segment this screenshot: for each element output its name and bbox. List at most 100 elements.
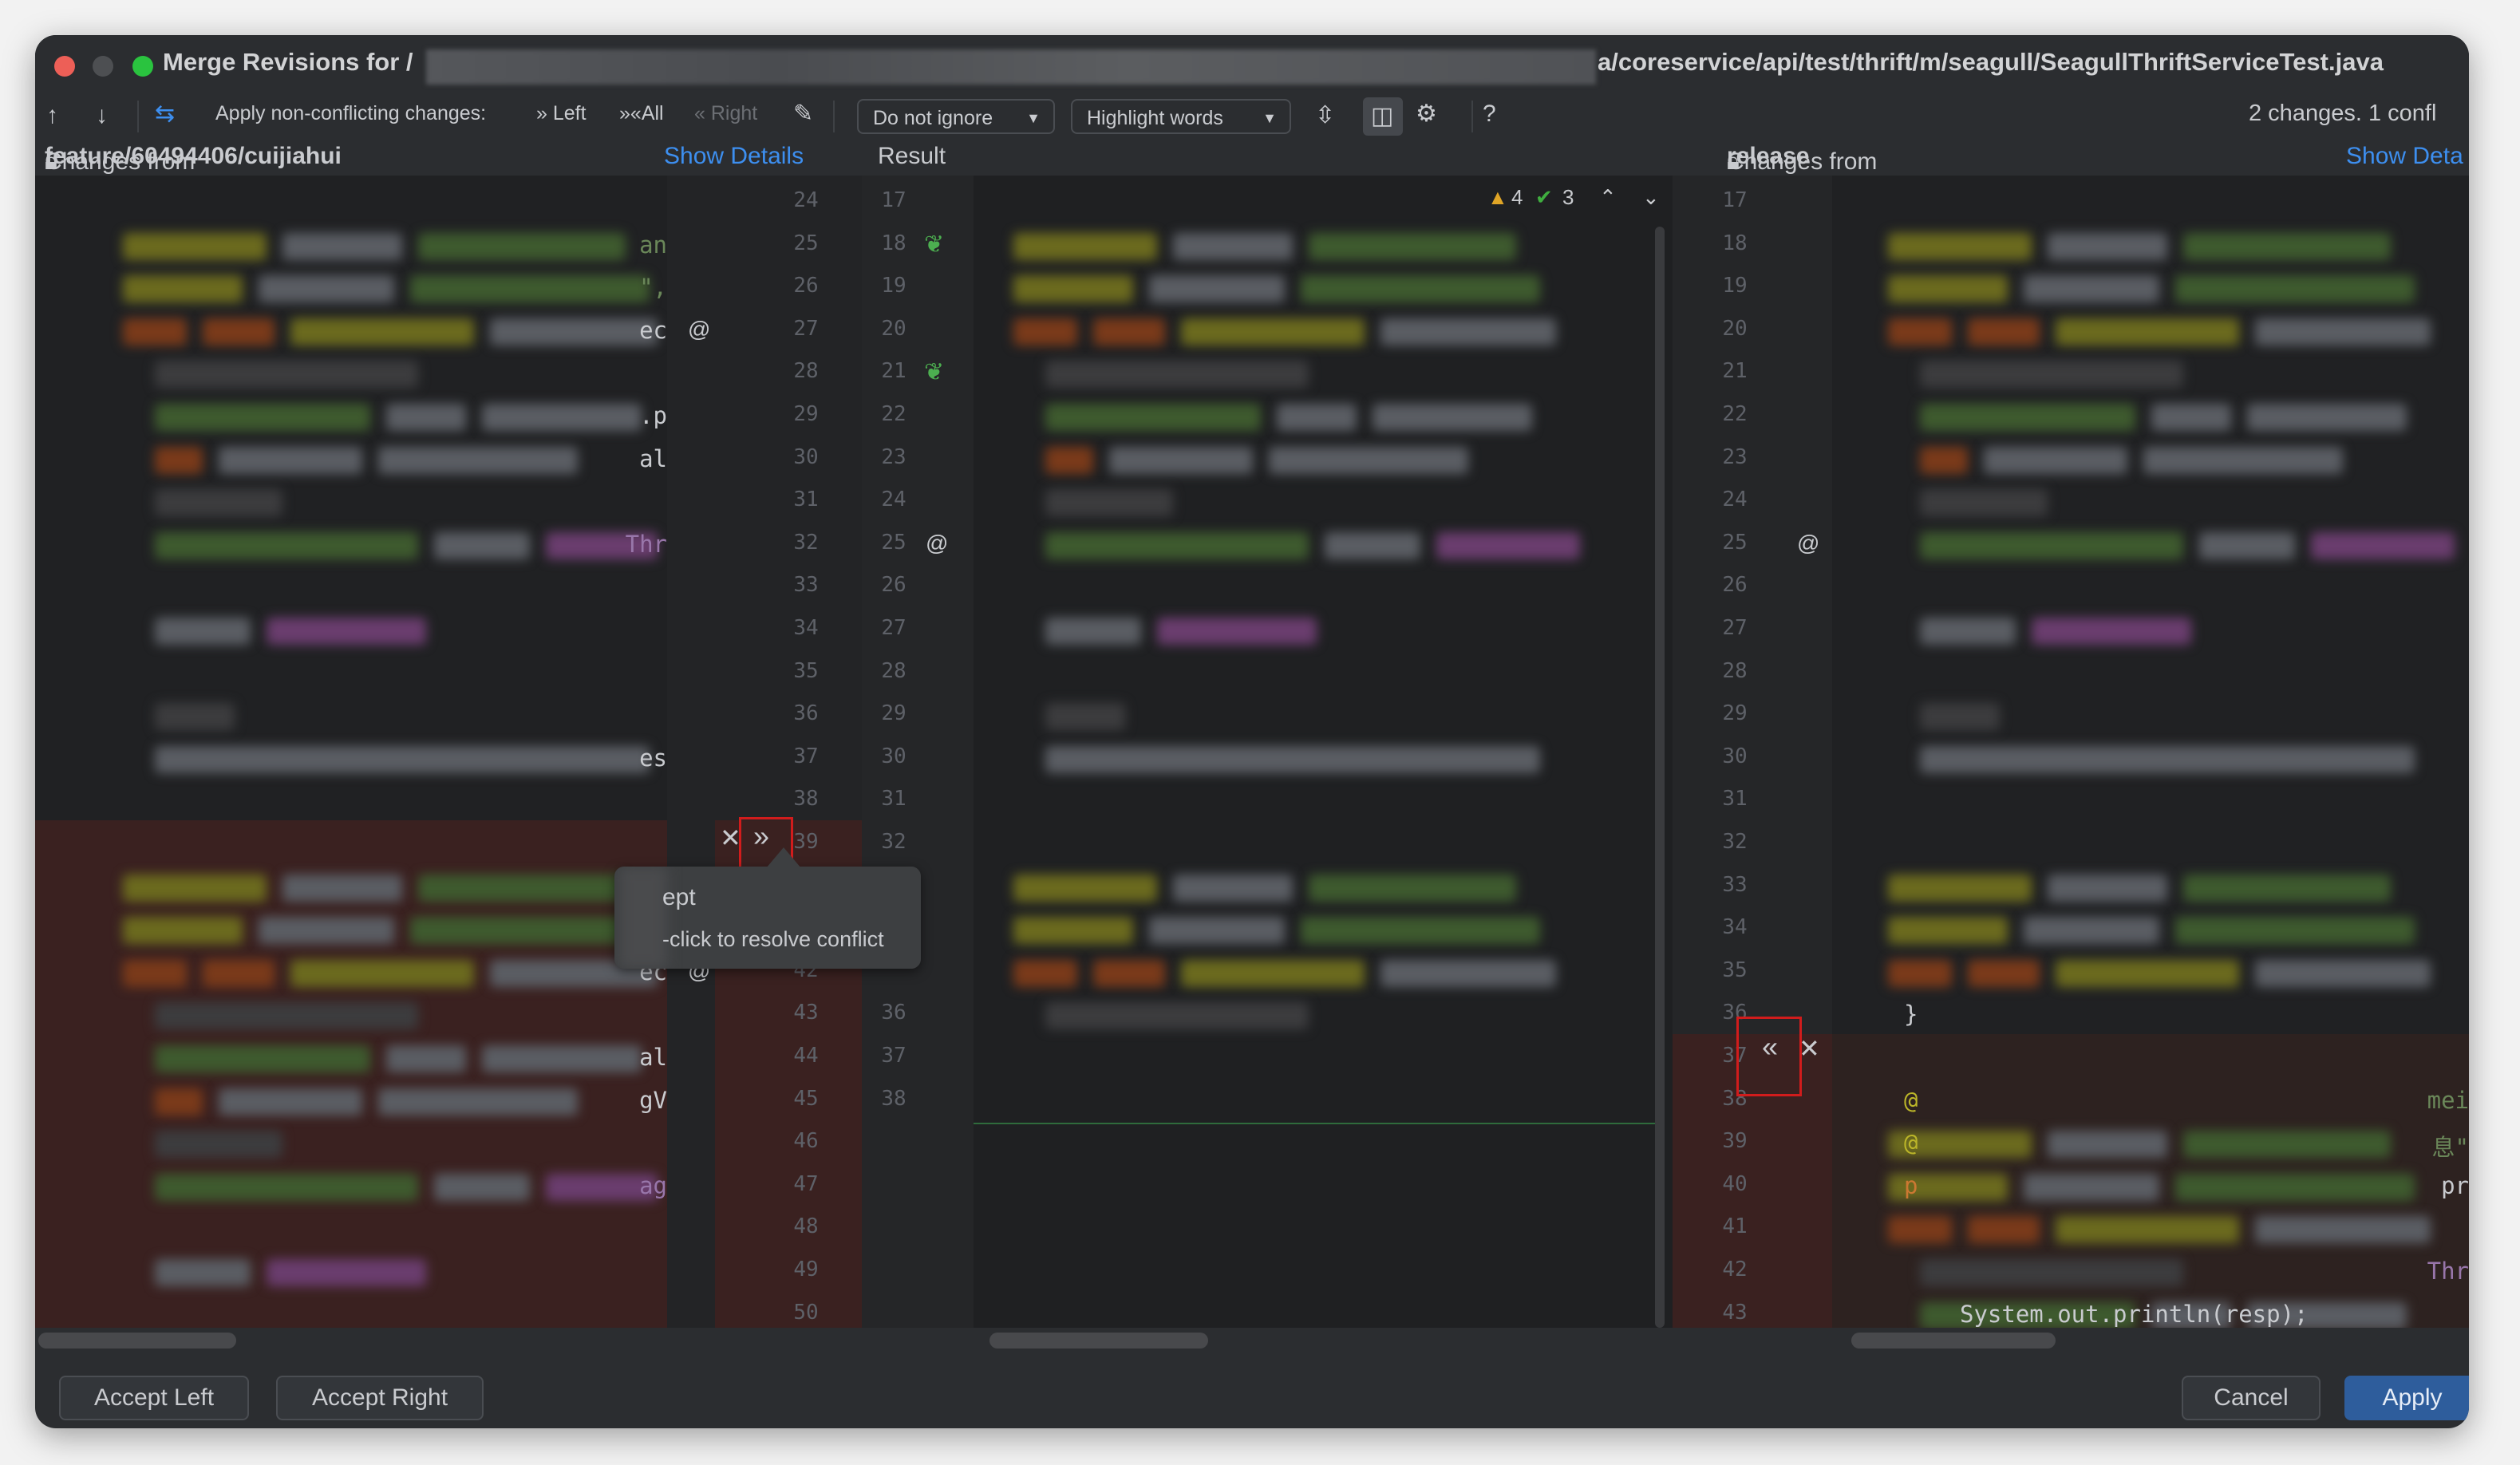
blurred-code-line bbox=[482, 1045, 642, 1072]
magic-wand-icon[interactable]: ✎ bbox=[793, 102, 813, 126]
next-highlight-icon[interactable]: ⌄ bbox=[1642, 185, 1660, 210]
blurred-code-line bbox=[2032, 618, 2191, 645]
previous-difference-icon[interactable]: ↑ bbox=[46, 104, 58, 128]
blurred-code-line bbox=[410, 275, 650, 303]
ignore-left-change-icon[interactable]: ✕ bbox=[720, 825, 741, 851]
blurred-code-line bbox=[1920, 361, 2183, 389]
resolve-magic-icon[interactable]: ⇆ bbox=[155, 102, 175, 126]
left-editor[interactable]: an ", ec .p al Thr es ec al gV ag bbox=[35, 176, 667, 1353]
blurred-code-line bbox=[155, 1173, 418, 1201]
spring-bean-icon: ❦ bbox=[924, 231, 945, 258]
right-horizontal-scrollbar[interactable] bbox=[1851, 1333, 2056, 1349]
blurred-code-line bbox=[2183, 874, 2391, 902]
blurred-code-line bbox=[155, 446, 203, 474]
help-button[interactable]: ? bbox=[1483, 101, 1496, 128]
blurred-code-line bbox=[1968, 959, 2040, 987]
highlight-box bbox=[1736, 1017, 1802, 1096]
right-show-details-link[interactable]: Show Deta bbox=[2346, 143, 2463, 170]
blurred-code-line bbox=[1325, 531, 1420, 559]
apply-right-button[interactable]: « Right bbox=[694, 102, 757, 125]
blurred-code-line bbox=[123, 318, 187, 346]
result-horizontal-scrollbar[interactable] bbox=[989, 1333, 1208, 1349]
blurred-code-line bbox=[1045, 531, 1309, 559]
blurred-code-line bbox=[123, 275, 243, 303]
center-line-number: 32 bbox=[881, 830, 906, 854]
blurred-code-line bbox=[1045, 361, 1309, 389]
left-line-number: 36 bbox=[793, 701, 819, 726]
blurred-code-line bbox=[155, 1259, 251, 1286]
left-title-prefix: Changes from bbox=[45, 148, 196, 175]
blurred-code-line bbox=[1093, 318, 1165, 346]
collapse-unchanged-icon[interactable]: ⇳ bbox=[1315, 104, 1335, 128]
accept-right-button[interactable]: Accept Right bbox=[276, 1376, 484, 1420]
blurred-code-line bbox=[434, 1173, 530, 1201]
left-line-number: 48 bbox=[793, 1214, 819, 1239]
blurred-code-line bbox=[155, 361, 418, 389]
code-fragment: .p bbox=[639, 402, 667, 429]
right-line-number: 21 bbox=[1722, 359, 1748, 384]
blurred-code-line bbox=[1301, 275, 1540, 303]
center-line-number: 26 bbox=[881, 573, 906, 598]
blurred-code-line bbox=[2056, 318, 2239, 346]
center-line-number: 30 bbox=[881, 744, 906, 768]
blurred-code-line bbox=[410, 917, 650, 945]
blurred-code-line bbox=[434, 531, 530, 559]
blurred-code-line bbox=[259, 275, 394, 303]
annotation-at-icon: @ bbox=[1797, 530, 1820, 555]
left-line-number: 45 bbox=[793, 1086, 819, 1111]
previous-highlight-icon[interactable]: ⌃ bbox=[1599, 185, 1617, 210]
ignore-right-change-icon[interactable]: ✕ bbox=[1799, 1036, 1820, 1061]
right-editor[interactable]: } @ mei @ 息" p pr Thr System.out.println(resp); bbox=[1832, 176, 2469, 1353]
apply-button[interactable]: Apply bbox=[2344, 1376, 2469, 1420]
highlight-dropdown[interactable]: Highlight words ▼ bbox=[1071, 99, 1291, 134]
apply-left-button[interactable]: » Left bbox=[536, 102, 587, 125]
left-show-details-link[interactable]: Show Details bbox=[664, 143, 804, 170]
result-conflict-separator bbox=[974, 1123, 1660, 1125]
result-gutter: 17 18 19 20 21 22 23 24 25 26 27 28 29 30 31 32 36 37 38 ❦ ❦… bbox=[862, 176, 974, 1353]
blurred-code-line bbox=[1045, 1002, 1309, 1030]
blurred-code-line bbox=[2175, 1173, 2415, 1201]
tooltip-arrow bbox=[766, 847, 801, 868]
blurred-code-line bbox=[1109, 446, 1253, 474]
blurred-code-line bbox=[482, 404, 642, 431]
window-title-prefix: Merge Revisions for / bbox=[163, 48, 413, 76]
blurred-code-line bbox=[1181, 959, 1365, 987]
right-line-number: 34 bbox=[1722, 915, 1748, 940]
left-horizontal-scrollbar[interactable] bbox=[38, 1333, 236, 1349]
blurred-code-line bbox=[2255, 318, 2431, 346]
left-line-number: 49 bbox=[793, 1258, 819, 1281]
blurred-code-line bbox=[1013, 232, 1157, 260]
whitespace-ignore-dropdown[interactable]: Do not ignore ▼ bbox=[857, 99, 1055, 134]
blurred-code-line bbox=[2143, 446, 2343, 474]
blurred-code-line bbox=[1045, 745, 1540, 773]
right-line-number: 40 bbox=[1722, 1171, 1748, 1196]
toolbar-separator bbox=[137, 101, 139, 132]
right-line-number: 26 bbox=[1722, 573, 1748, 598]
double-chevron-left-icon: « bbox=[694, 102, 705, 124]
blurred-code-line bbox=[282, 874, 402, 902]
highlight-dropdown-value: Highlight words bbox=[1087, 107, 1223, 129]
blurred-code-line bbox=[2199, 531, 2295, 559]
result-vertical-scrollbar[interactable] bbox=[1655, 227, 1665, 1328]
apply-all-button[interactable]: »«All bbox=[619, 102, 664, 125]
blurred-code-line bbox=[1920, 1259, 2183, 1286]
center-line-number: 29 bbox=[881, 701, 906, 726]
settings-gear-icon[interactable]: ⚙ bbox=[1416, 102, 1437, 126]
minimize-window-button[interactable] bbox=[93, 56, 113, 77]
result-editor[interactable] bbox=[974, 176, 1673, 1353]
warning-count: 4 bbox=[1511, 185, 1523, 209]
zoom-window-button[interactable] bbox=[132, 56, 153, 77]
next-difference-icon[interactable]: ↓ bbox=[96, 104, 108, 128]
center-line-number: 31 bbox=[881, 787, 906, 811]
cancel-button[interactable]: Cancel bbox=[2182, 1376, 2321, 1420]
blurred-code-line bbox=[418, 232, 626, 260]
blurred-code-line bbox=[1920, 703, 2000, 731]
blurred-code-line bbox=[2056, 959, 2239, 987]
accept-left-button[interactable]: Accept Left bbox=[59, 1376, 249, 1420]
sync-scroll-toggle[interactable]: ◫ bbox=[1363, 97, 1403, 136]
blurred-code-line bbox=[378, 1088, 578, 1116]
blurred-code-line bbox=[2255, 1216, 2431, 1244]
close-window-button[interactable] bbox=[54, 56, 75, 77]
right-line-number: 23 bbox=[1722, 444, 1748, 469]
blurred-code-line bbox=[2311, 531, 2455, 559]
